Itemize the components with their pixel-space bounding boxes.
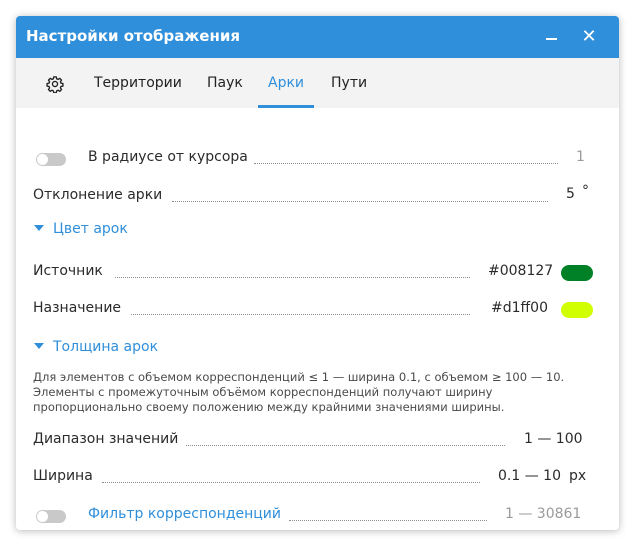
toggle-knob — [37, 154, 48, 165]
correspondence-filter-link[interactable]: Фильтр корреспонденций — [88, 506, 281, 522]
source-color-swatch[interactable] — [561, 265, 593, 281]
correspondence-filter-toggle[interactable] — [36, 510, 66, 523]
close-button[interactable]: ✕ — [578, 26, 600, 48]
display-settings-window: Настройки отображения ✕ Территории Паук … — [16, 16, 619, 530]
minimize-button[interactable] — [540, 26, 562, 48]
tab-territories[interactable]: Территории — [94, 75, 182, 91]
dotted-leader — [131, 314, 470, 315]
arc-color-heading: Цвет арок — [53, 221, 128, 237]
gear-icon[interactable] — [46, 75, 64, 93]
arc-width-section-toggle[interactable]: Толщина арок — [34, 339, 158, 355]
cursor-radius-value[interactable]: 1 — [576, 149, 585, 165]
value-range-label: Диапазон значений — [33, 431, 179, 447]
width-unit: px — [569, 468, 587, 484]
description-line: Элементы с промежуточным объёмом корресп… — [33, 385, 493, 399]
correspondence-filter-value[interactable]: 1 — 30861 — [505, 506, 581, 522]
arc-width-description: Для элементов с объемом корреспонденций … — [33, 370, 603, 415]
description-line: Для элементов с объемом корреспонденций … — [33, 370, 565, 384]
target-color-label: Назначение — [33, 300, 122, 316]
tab-paths[interactable]: Пути — [331, 75, 367, 91]
close-icon: ✕ — [581, 26, 597, 47]
minimize-icon — [546, 38, 557, 40]
arc-deviation-unit: ° — [582, 183, 589, 199]
window-title: Настройки отображения — [26, 27, 240, 45]
value-range-value[interactable]: 1 — 100 — [524, 431, 583, 447]
caret-down-icon — [34, 225, 44, 231]
dotted-leader — [172, 201, 548, 202]
description-line: пропорционально своему положению между к… — [33, 400, 505, 414]
arc-deviation-value[interactable]: 5 — [566, 186, 575, 202]
source-color-hex[interactable]: #008127 — [488, 263, 553, 279]
cursor-radius-toggle[interactable] — [36, 153, 66, 166]
cursor-radius-label: В радиусе от курсора — [88, 149, 248, 165]
tab-spider[interactable]: Паук — [207, 75, 243, 91]
settings-panel: В радиусе от курсора 1 Отклонение арки 5… — [16, 108, 619, 530]
target-color-hex[interactable]: #d1ff00 — [491, 300, 548, 316]
width-value[interactable]: 0.1 — 10 — [498, 468, 561, 484]
caret-down-icon — [34, 343, 44, 349]
toggle-knob — [37, 511, 48, 522]
target-color-swatch[interactable] — [561, 302, 593, 318]
source-color-label: Источник — [33, 263, 103, 279]
dotted-leader — [289, 520, 487, 521]
width-label: Ширина — [33, 468, 93, 484]
arc-deviation-label: Отклонение арки — [33, 187, 163, 203]
dotted-leader — [115, 277, 470, 278]
tab-bar: Территории Паук Арки Пути — [16, 58, 619, 108]
arc-color-section-toggle[interactable]: Цвет арок — [34, 221, 128, 237]
dotted-leader — [254, 163, 558, 164]
arc-width-heading: Толщина арок — [53, 339, 159, 355]
title-bar: Настройки отображения ✕ — [16, 16, 619, 58]
dotted-leader — [102, 482, 480, 483]
dotted-leader — [186, 445, 505, 446]
tab-arcs[interactable]: Арки — [268, 75, 304, 91]
